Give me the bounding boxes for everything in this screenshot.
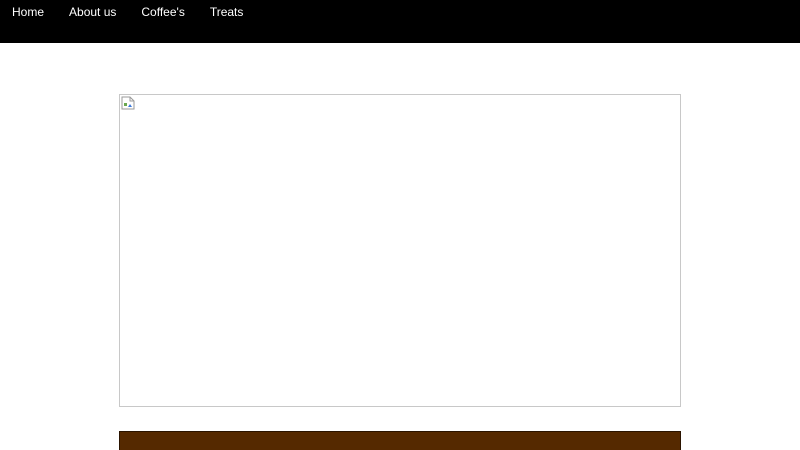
broken-image-icon [121, 96, 135, 110]
nav-menu: Home About us Coffee's Treats [0, 5, 256, 19]
nav-link-home[interactable]: Home [0, 5, 57, 19]
nav-item-home: Home [0, 5, 57, 19]
nav-link-coffees[interactable]: Coffee's [129, 5, 197, 19]
nav-item-coffees: Coffee's [129, 5, 197, 19]
nav-link-about-us[interactable]: About us [57, 5, 129, 19]
nav-item-about-us: About us [57, 5, 129, 19]
nav-link-treats[interactable]: Treats [197, 5, 256, 19]
nav-item-treats: Treats [197, 5, 256, 19]
hero-image-placeholder [119, 94, 681, 407]
content-section-bar [119, 431, 681, 450]
top-navigation-bar: Home About us Coffee's Treats [0, 0, 800, 43]
